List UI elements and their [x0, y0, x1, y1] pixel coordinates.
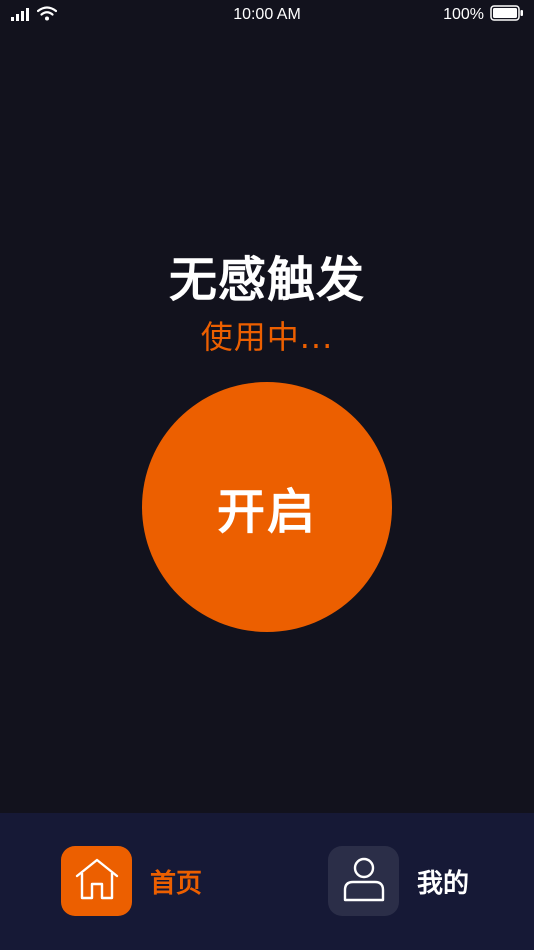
app-screen: 10:00 AM 100% 无感触发 使用中... 开启 首页 我的 [0, 0, 534, 950]
usage-status: 使用中... [200, 318, 334, 356]
tab-mine[interactable]: 我的 [328, 846, 469, 916]
tab-bar: 首页 我的 [0, 813, 534, 950]
status-right: 100% [443, 5, 524, 25]
toggle-button[interactable]: 开启 [142, 382, 392, 632]
tab-home-label: 首页 [150, 868, 203, 899]
home-icon [74, 857, 120, 905]
battery-percent: 100% [443, 6, 484, 23]
tab-home[interactable]: 首页 [61, 846, 202, 916]
tab-mine-label: 我的 [417, 868, 470, 899]
user-icon [342, 856, 386, 906]
page-title: 无感触发 [168, 252, 365, 308]
user-icon-box [328, 846, 399, 916]
battery-icon [490, 5, 524, 25]
home-icon-box [61, 846, 132, 916]
status-bar: 10:00 AM 100% [0, 0, 534, 32]
